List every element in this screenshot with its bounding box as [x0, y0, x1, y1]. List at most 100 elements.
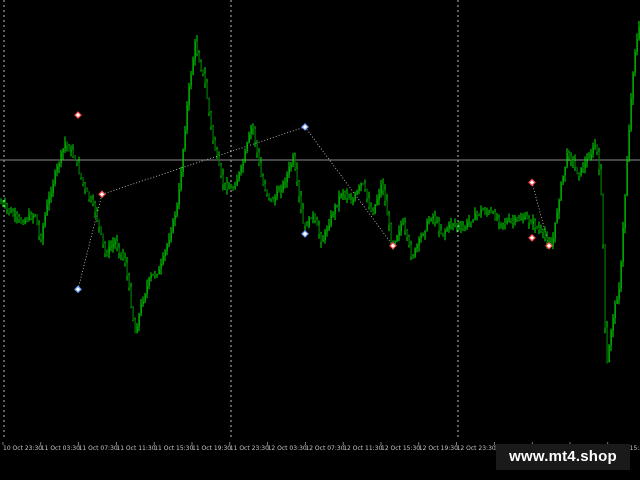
candle-body [70, 150, 72, 152]
candle-body [612, 317, 614, 331]
sell-signal-marker-6 [528, 178, 536, 187]
candle-body [378, 193, 380, 200]
candle-body [584, 162, 586, 169]
candle-body [238, 172, 240, 180]
candle-body [510, 219, 512, 222]
candle-body [494, 212, 496, 220]
time-tick-label: 12 Oct 23:30 [457, 445, 496, 452]
candle-body [180, 171, 182, 190]
candle-body [570, 155, 572, 161]
candle-body [354, 194, 356, 201]
candle-body [340, 194, 342, 197]
candle-body [178, 189, 180, 205]
candle-body [294, 156, 296, 170]
candle-body [546, 237, 548, 243]
candle-body [460, 226, 462, 228]
candle-body [596, 145, 598, 152]
candle-body [176, 204, 178, 216]
candle-body [4, 203, 6, 205]
candle-body [26, 219, 28, 221]
candle-body [556, 212, 558, 223]
candle-body [336, 204, 338, 206]
candle-body [610, 330, 612, 346]
time-tick-label: 11 Oct 23:30 [230, 445, 269, 452]
candle-body [376, 199, 378, 205]
candle-body [488, 211, 490, 213]
candle-body [468, 221, 470, 223]
candle-body [506, 221, 508, 224]
candle-body [382, 184, 384, 191]
candle-body [22, 222, 24, 224]
candle-body [18, 216, 20, 220]
candle-body [362, 183, 364, 185]
candle-body [572, 160, 574, 162]
candle-body [80, 173, 82, 178]
candle-body [476, 212, 478, 214]
watermark-badge: www.mt4.shop [496, 444, 630, 470]
price-chart[interactable]: 10 Oct 23:3011 Oct 03:3011 Oct 07:3011 O… [0, 0, 640, 480]
candle-body [116, 241, 118, 248]
candle-body [542, 230, 544, 233]
candle-body [92, 199, 94, 204]
time-tick-label: 11 Oct 03:30 [41, 445, 80, 452]
candle-body [202, 69, 204, 74]
candle-body [196, 41, 198, 54]
candle-body [222, 175, 224, 185]
candle-body [300, 196, 302, 209]
candle-body [236, 179, 238, 186]
candle-body [272, 198, 274, 202]
candle-body [84, 183, 86, 189]
candle-body [240, 166, 242, 173]
candle-body [168, 239, 170, 245]
candle-body [274, 197, 276, 202]
candle-body [598, 151, 600, 170]
candle-body [426, 221, 428, 231]
candle-body [158, 268, 160, 275]
candle-body [2, 203, 4, 205]
candle-body [172, 219, 174, 233]
candle-body [470, 221, 472, 223]
candle-body [290, 164, 292, 168]
candle-body [370, 206, 372, 211]
candle-body [284, 182, 286, 184]
candle-body [364, 183, 366, 190]
chart-window[interactable]: 10 Oct 23:30 11 Oct 03:30 11 Oct 07:30 11 O… [0, 0, 640, 480]
candle-body [128, 275, 130, 288]
candle-body [386, 200, 388, 216]
candle-body [34, 214, 36, 216]
candle-body [400, 224, 402, 232]
candle-body [636, 39, 638, 52]
candle-body [580, 167, 582, 176]
time-tick-label: 12 Oct 03:30 [268, 445, 307, 452]
candle-body [242, 162, 244, 167]
candle-body [14, 214, 16, 216]
candle-body [112, 243, 114, 247]
candle-body [534, 220, 536, 228]
candle-body [482, 209, 484, 211]
candle-body [314, 215, 316, 221]
candle-body [10, 211, 12, 213]
candle-body [246, 142, 248, 152]
candle-body [622, 228, 624, 262]
candle-body [224, 182, 226, 185]
candle-body [36, 214, 38, 225]
zigzag-segment [77, 194, 103, 290]
candle-body [244, 151, 246, 163]
candle-body [532, 220, 534, 224]
candle-body [332, 213, 334, 215]
candle-body [478, 213, 480, 215]
candle-body [524, 216, 526, 220]
candle-body [526, 216, 528, 219]
candle-body [528, 218, 530, 223]
candle-body [408, 236, 410, 245]
candle-body [130, 287, 132, 308]
candle-body [574, 161, 576, 167]
time-tick-label: 11 Oct 19:30 [192, 445, 231, 452]
candle-body [380, 184, 382, 194]
candle-body [104, 243, 106, 254]
candle-body [20, 219, 22, 223]
candle-body [560, 182, 562, 201]
candle-body [412, 256, 414, 258]
candle-body [194, 41, 196, 60]
candle-body [164, 250, 166, 257]
